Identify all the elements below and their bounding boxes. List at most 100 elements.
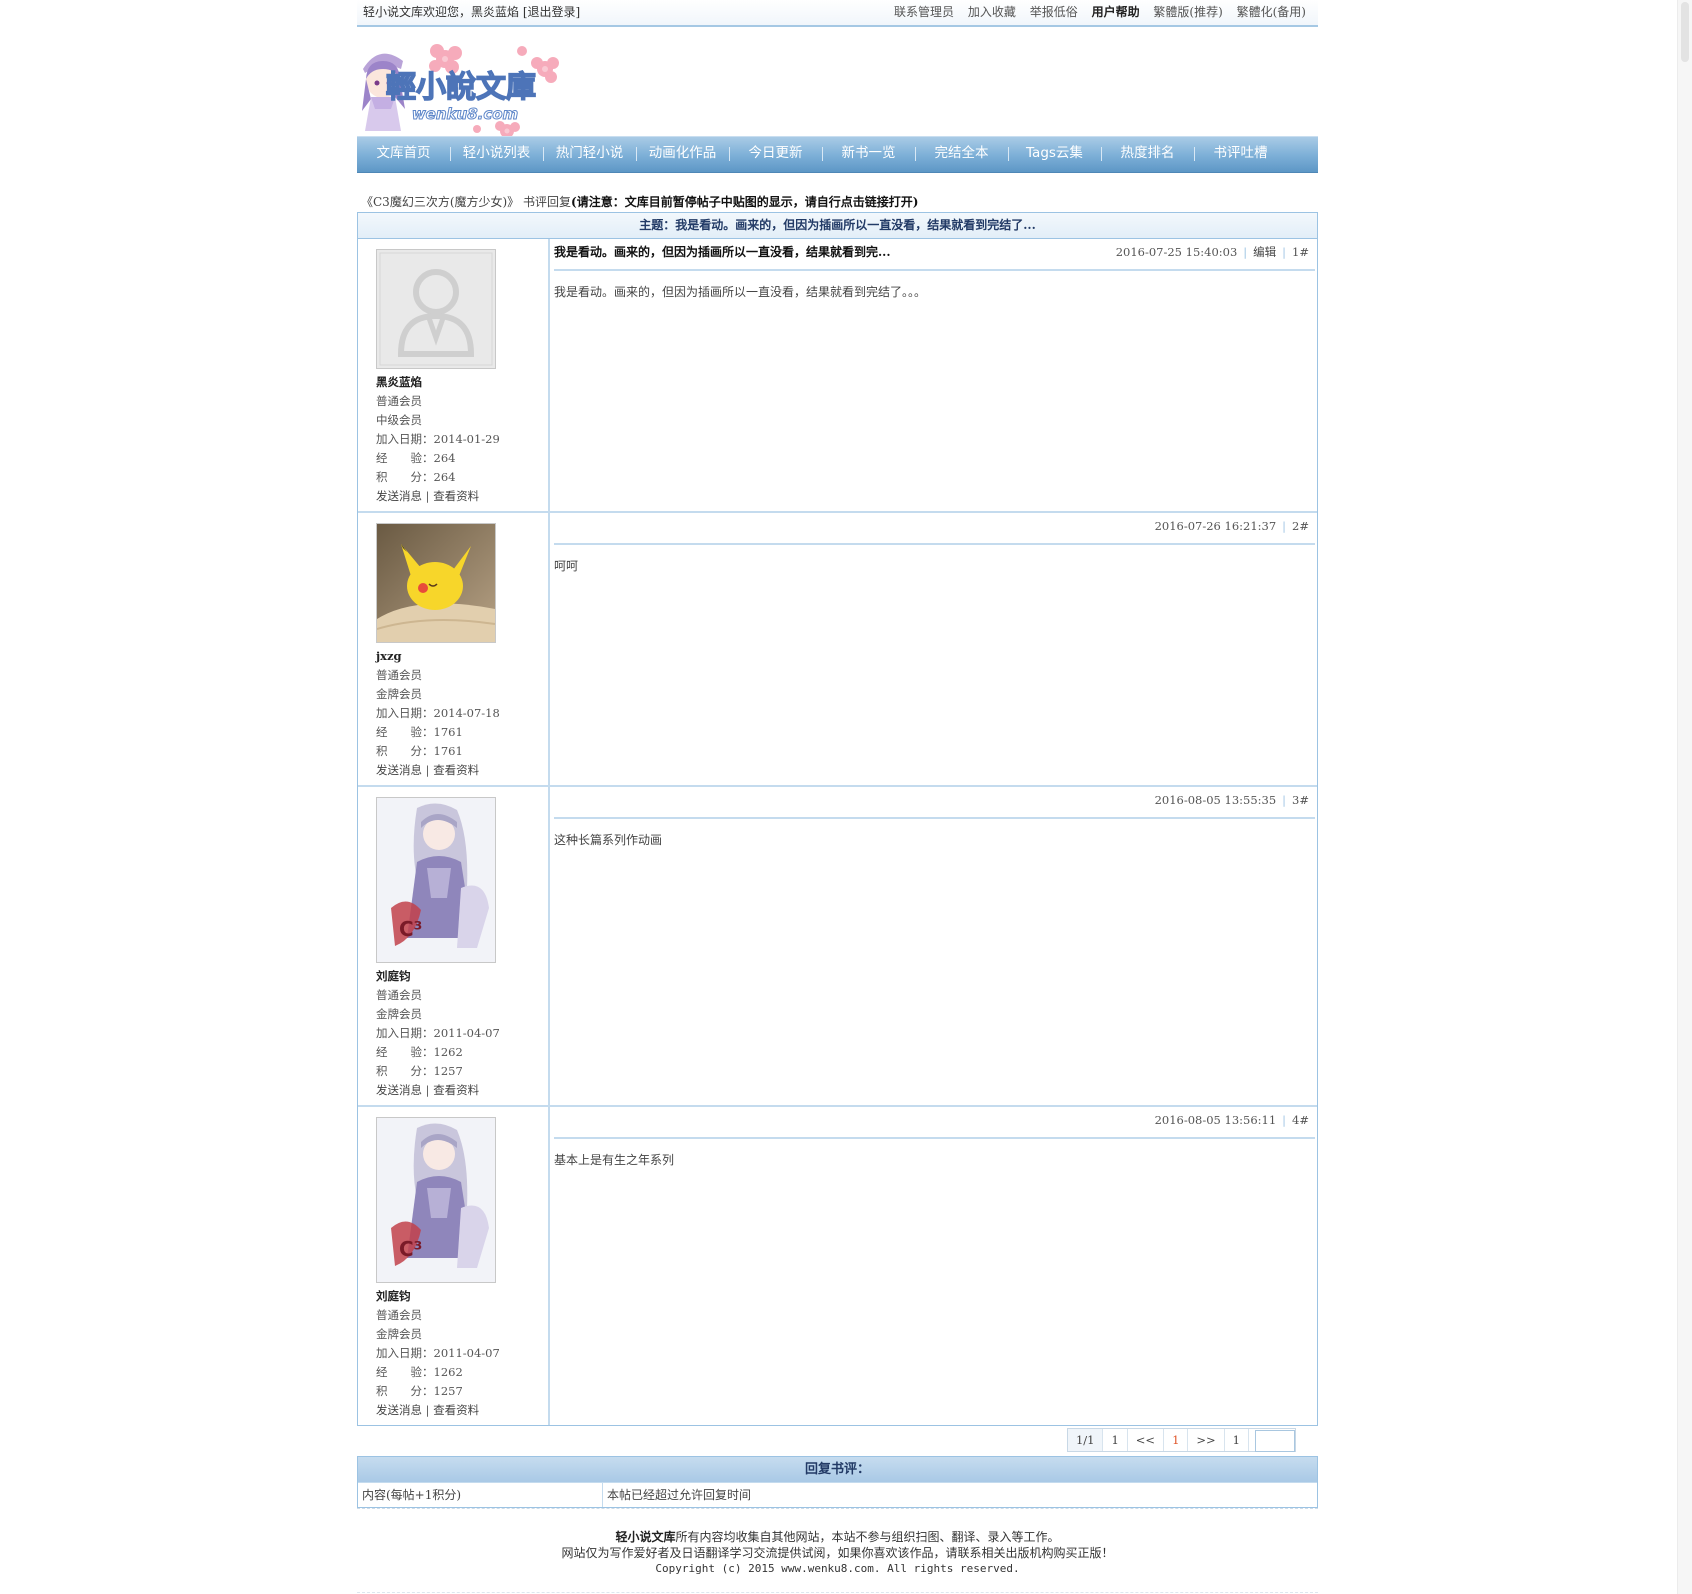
user-actions: 发送消息 | 查看资料: [376, 1083, 480, 1097]
view-profile-link[interactable]: 查看资料: [433, 763, 479, 777]
exp-label: 经 验：: [376, 1045, 434, 1059]
user-avatar[interactable]: C³: [376, 1117, 496, 1283]
page-prev[interactable]: <<: [1128, 1429, 1165, 1451]
join-label: 加入日期：: [376, 1346, 434, 1360]
post-user-panel: C³ 刘庭钧 普通会员 金牌会员 加入日期：2011-04-07 经 验：126…: [358, 787, 550, 1105]
nav-home[interactable]: 文库首页: [357, 137, 450, 172]
post-time: 2016-08-05 13:55:35: [1154, 793, 1277, 807]
score-label: 积 分：: [376, 1384, 434, 1398]
nav-tags[interactable]: Tags云集: [1008, 137, 1101, 172]
logout-link[interactable]: [退出登录]: [523, 5, 580, 19]
traditional-backup-link[interactable]: 繁體化(备用): [1237, 5, 1306, 19]
site-logo[interactable]: 輕小說文庫 wenku8.com: [357, 27, 1318, 138]
send-message-link[interactable]: 发送消息: [376, 763, 422, 777]
user-join-date: 加入日期：2014-01-29: [376, 430, 548, 449]
post-content: 2016-07-26 16:21:37 | 2# 呵呵: [550, 513, 1317, 785]
user-score: 积 分：264: [376, 468, 548, 487]
post-floor: 2#: [1292, 519, 1309, 533]
post-content: 2016-08-05 13:55:35 | 3# 这种长篇系列作动画: [550, 787, 1317, 1105]
footer: 轻小说文库所有内容均收集自其他网站，本站不参与组织扫图、翻译、录入等工作。 网站…: [357, 1508, 1318, 1593]
footer-line-1: 轻小说文库所有内容均收集自其他网站，本站不参与组织扫图、翻译、录入等工作。: [357, 1529, 1318, 1545]
user-role: 普通会员: [376, 1308, 422, 1322]
user-level: 中级会员: [376, 413, 422, 427]
post-header: 2016-07-26 16:21:37 | 2#: [554, 513, 1315, 545]
nav-today-update[interactable]: 今日更新: [729, 137, 822, 172]
edit-link[interactable]: 编辑: [1253, 245, 1276, 259]
breadcrumb: 《C3魔幻三次方(魔方少女)》 书评回复(请注意：文库目前暂停帖子中贴图的显示，…: [361, 193, 918, 210]
breadcrumb-section-link[interactable]: 书评回复: [523, 195, 571, 209]
nav-hot-novels[interactable]: 热门轻小说: [543, 137, 636, 172]
score-value: 1257: [433, 1064, 463, 1078]
nav-new-books[interactable]: 新书一览: [822, 137, 915, 172]
user-name[interactable]: 刘庭钧: [376, 1287, 548, 1306]
post-meta: 2016-07-25 15:40:03 | 编辑 | 1#: [1115, 245, 1309, 259]
reply-box: 回复书评： 内容(每帖+1积分) 本帖已经超过允许回复时间: [357, 1456, 1318, 1508]
review-thread: 主题：我是看动。画来的，但因为插画所以一直没看，结果就看到完结了... 黑炎蓝焰…: [357, 212, 1318, 1426]
view-profile-link[interactable]: 查看资料: [433, 1403, 479, 1417]
join-label: 加入日期：: [376, 706, 434, 720]
user-actions: 发送消息 | 查看资料: [376, 1403, 480, 1417]
post-meta: 2016-07-26 16:21:37 | 2#: [1154, 519, 1309, 533]
logo-title: 輕小說文庫: [386, 70, 536, 105]
svg-text:C³: C³: [399, 1237, 422, 1261]
nav-novel-list[interactable]: 轻小说列表: [450, 137, 543, 172]
contact-admin-link[interactable]: 联系管理员: [894, 5, 954, 19]
post-header: 我是看动。画来的，但因为插画所以一直没看，结果就看到完... 2016-07-2…: [554, 239, 1315, 271]
post-header: 2016-08-05 13:56:11 | 4#: [554, 1107, 1315, 1139]
page-jump-input[interactable]: [1255, 1430, 1295, 1452]
exp-value: 1262: [433, 1365, 463, 1379]
page-first[interactable]: 1: [1103, 1429, 1128, 1451]
user-avatar[interactable]: C³: [376, 797, 496, 963]
pagination: 1/1 1 << 1 >> 1: [1066, 1428, 1296, 1452]
traditional-recommended-link[interactable]: 繁體版(推荐): [1153, 5, 1222, 19]
send-message-link[interactable]: 发送消息: [376, 1403, 422, 1417]
footer-site-name: 轻小说文库: [615, 1530, 676, 1544]
user-name[interactable]: jxzg: [376, 647, 548, 666]
user-avatar[interactable]: [376, 523, 496, 643]
view-profile-link[interactable]: 查看资料: [433, 489, 479, 503]
footer-copyright: Copyright (c) 2015 www.wenku8.com. All r…: [655, 1562, 1020, 1575]
post-meta: 2016-08-05 13:56:11 | 4#: [1154, 1113, 1309, 1127]
user-help-link[interactable]: 用户帮助: [1092, 5, 1140, 19]
user-name[interactable]: 刘庭钧: [376, 967, 548, 986]
nav-completed[interactable]: 完结全本: [915, 137, 1008, 172]
nav-reviews[interactable]: 书评吐槽: [1194, 137, 1287, 172]
user-actions: 发送消息 | 查看资料: [376, 489, 480, 503]
post-time: 2016-07-26 16:21:37: [1154, 519, 1277, 533]
reply-row: 内容(每帖+1积分) 本帖已经超过允许回复时间: [358, 1482, 1317, 1507]
top-bar: 轻小说文库欢迎您，黑炎蓝焰 [退出登录] 联系管理员 加入收藏 举报低俗 用户帮…: [357, 0, 1318, 27]
user-level: 金牌会员: [376, 1007, 422, 1021]
send-message-link[interactable]: 发送消息: [376, 489, 422, 503]
exp-value: 264: [433, 451, 456, 465]
report-link[interactable]: 举报低俗: [1030, 5, 1078, 19]
add-favorite-link[interactable]: 加入收藏: [968, 5, 1016, 19]
nav-ranking[interactable]: 热度排名: [1101, 137, 1194, 172]
user-score: 积 分：1761: [376, 742, 548, 761]
footer-divider: [357, 1592, 1318, 1593]
view-profile-link[interactable]: 查看资料: [433, 1083, 479, 1097]
page-next[interactable]: >>: [1188, 1429, 1225, 1451]
user-silhouette-icon[interactable]: [376, 249, 496, 369]
page-scrollbar[interactable]: [1677, 0, 1692, 1594]
breadcrumb-book-link[interactable]: 《C3魔幻三次方(魔方少女)》: [361, 195, 519, 209]
post-row: jxzg 普通会员 金牌会员 加入日期：2014-07-18 经 验：1761 …: [358, 513, 1317, 787]
welcome-area: 轻小说文库欢迎您，黑炎蓝焰 [退出登录]: [363, 0, 580, 24]
user-join-date: 加入日期：2014-07-18: [376, 704, 548, 723]
page-last[interactable]: 1: [1225, 1429, 1249, 1451]
post-user-panel: jxzg 普通会员 金牌会员 加入日期：2014-07-18 经 验：1761 …: [358, 513, 550, 785]
nav-anime-works[interactable]: 动画化作品: [636, 137, 729, 172]
scrollbar-thumb[interactable]: [1681, 2, 1689, 62]
score-label: 积 分：: [376, 470, 434, 484]
user-level: 金牌会员: [376, 687, 422, 701]
post-row: 黑炎蓝焰 普通会员 中级会员 加入日期：2014-01-29 经 验：264 积…: [358, 239, 1317, 513]
svg-text:C³: C³: [399, 917, 422, 941]
user-score: 积 分：1257: [376, 1062, 548, 1081]
join-label: 加入日期：: [376, 1026, 434, 1040]
user-score: 积 分：1257: [376, 1382, 548, 1401]
logo-artwork: 輕小說文庫 wenku8.com: [362, 44, 559, 138]
user-name[interactable]: 黑炎蓝焰: [376, 373, 548, 392]
exp-value: 1262: [433, 1045, 463, 1059]
send-message-link[interactable]: 发送消息: [376, 1083, 422, 1097]
top-links: 联系管理员 加入收藏 举报低俗 用户帮助 繁體版(推荐) 繁體化(备用): [884, 0, 1306, 24]
user-join-date: 加入日期：2011-04-07: [376, 1344, 548, 1363]
